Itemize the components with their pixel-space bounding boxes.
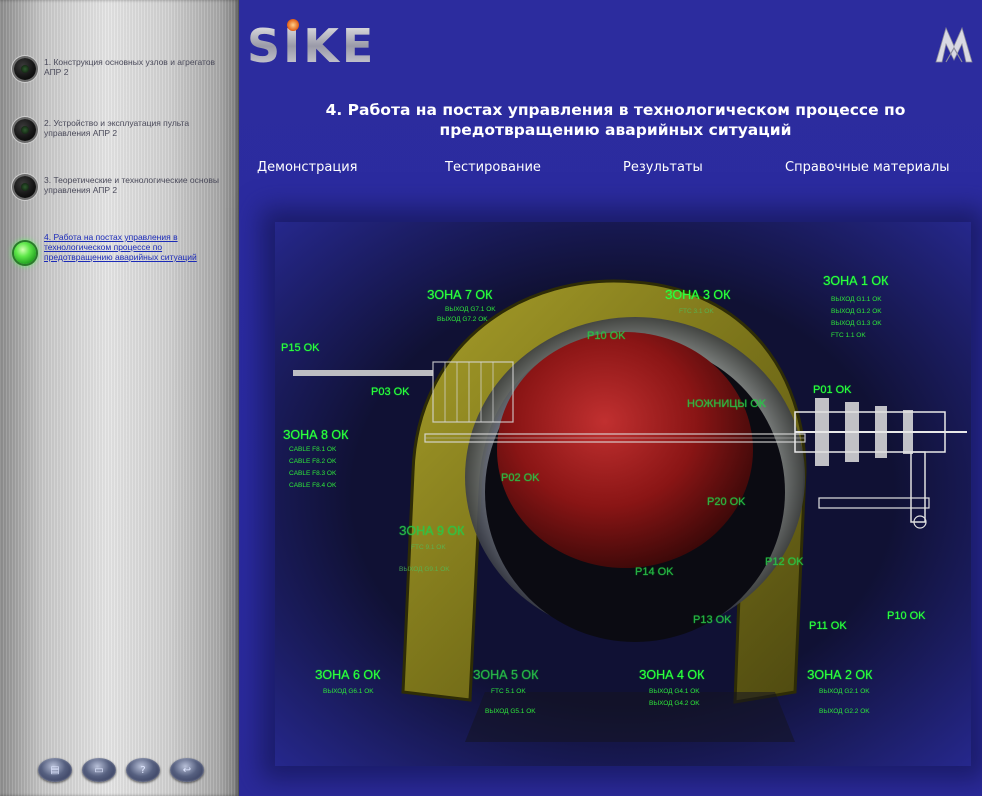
zone-6-output: ВЫХОД G6.1 OK: [323, 688, 374, 695]
post-p15-status[interactable]: P15 OK: [281, 342, 320, 354]
zone-2-output-2: ВЫХОД G2.2 OK: [819, 708, 870, 715]
menu-reference[interactable]: Справочные материалы: [785, 160, 950, 175]
sidebar-item-label: 1. Конструкция основных узлов и агрегато…: [44, 57, 216, 77]
sidebar-item-4-active[interactable]: 4. Работа на постах управления в техноло…: [14, 232, 232, 264]
logo-dot-icon: [287, 19, 299, 31]
post-p13-status[interactable]: P13 OK: [693, 614, 732, 626]
logo-text: SIKE: [247, 19, 376, 72]
zone-6-status[interactable]: ЗОНА 6 ОК: [315, 668, 380, 682]
zone-1-ftc: FTC 1.1 OK: [831, 332, 866, 339]
zone-9-ftc: FTC 9.1 OK: [411, 544, 446, 551]
zone-1-output-2: ВЫХОД G1.2 OK: [831, 308, 882, 315]
top-menu: Демонстрация Тестирование Результаты Спр…: [239, 160, 982, 180]
zone-1-output-1: ВЫХОД G1.1 OK: [831, 296, 882, 303]
zone-8-cable-2: CABLE F8.2 OK: [289, 458, 337, 465]
main-area: SIKE 4. Работа на постах управления в те…: [239, 0, 982, 796]
bullet-icon: [14, 58, 36, 80]
zone-4-output-2: ВЫХОД G4.2 OK: [649, 700, 700, 707]
post-p03-status[interactable]: P03 OK: [371, 386, 410, 398]
post-p02-status[interactable]: P02 OK: [501, 472, 540, 484]
post-p10-top-status[interactable]: P10 OK: [587, 330, 626, 342]
monitor-icon: ▭: [94, 764, 104, 776]
zone-9-output: ВЫХОД G9.1 OK: [399, 566, 450, 573]
zone-3-ftc: FTC 3.1 OK: [679, 308, 714, 315]
exit-button[interactable]: ↩: [170, 758, 204, 782]
left-conveyor-line: [293, 370, 433, 376]
zone-9-status[interactable]: ЗОНА 9 ОК: [399, 524, 464, 538]
page-title: 4. Работа на постах управления в техноло…: [249, 100, 982, 140]
zone-5-status[interactable]: ЗОНА 5 ОК: [473, 668, 538, 682]
bullet-icon: [14, 176, 36, 198]
zone-8-status[interactable]: ЗОНА 8 ОК: [283, 428, 348, 442]
zone-2-output-1: ВЫХОД G2.1 OK: [819, 688, 870, 695]
sidebar-item-1[interactable]: 1. Конструкция основных узлов и агрегато…: [14, 57, 232, 80]
post-p10-status[interactable]: P10 OK: [887, 610, 926, 622]
page-title-line-2: предотвращению аварийных ситуаций: [439, 121, 792, 139]
menu-demo[interactable]: Демонстрация: [257, 160, 357, 175]
page-title-line-1: 4. Работа на постах управления в техноло…: [325, 101, 906, 119]
bottom-toolbar: ▤ ▭ ? ↩: [38, 758, 204, 782]
base-plate-shape: [465, 692, 795, 742]
help-icon: ?: [140, 764, 146, 776]
zone-7-status[interactable]: ЗОНА 7 ОК: [427, 288, 492, 302]
monitor-button[interactable]: ▭: [82, 758, 116, 782]
zone-1-status[interactable]: ЗОНА 1 ОК: [823, 274, 888, 288]
control-scheme-panel: ЗОНА 7 ОК ВЫХОД G7.1 OK ВЫХОД G7.2 OK ЗО…: [275, 222, 971, 766]
zone-1-output-3: ВЫХОД G1.3 OK: [831, 320, 882, 327]
zone-4-output-1: ВЫХОД G4.1 OK: [649, 688, 700, 695]
zone-5-output: ВЫХОД G5.1 OK: [485, 708, 536, 715]
zone-2-status[interactable]: ЗОНА 2 ОК: [807, 668, 872, 682]
book-icon: ▤: [50, 764, 60, 776]
zone-3-status[interactable]: ЗОНА 3 ОК: [665, 288, 730, 302]
sidebar-item-label: 2. Устройство и эксплуатация пульта упра…: [44, 118, 190, 138]
book-button[interactable]: ▤: [38, 758, 72, 782]
scissors-status[interactable]: НОЖНИЦЫ OK: [687, 398, 766, 410]
zone-7-output-2: ВЫХОД G7.2 OK: [437, 316, 488, 323]
red-button-shape: [497, 332, 753, 568]
help-button[interactable]: ?: [126, 758, 160, 782]
zone-8-cable-3: CABLE F8.3 OK: [289, 470, 337, 477]
zone-7-output-1: ВЫХОД G7.1 OK: [445, 306, 496, 313]
active-bullet-icon: [14, 242, 36, 264]
sidebar-item-label: 4. Работа на постах управления в техноло…: [44, 232, 197, 262]
post-p01-status[interactable]: P01 OK: [813, 384, 852, 396]
post-p14-status[interactable]: P14 OK: [635, 566, 674, 578]
menu-testing[interactable]: Тестирование: [445, 160, 541, 175]
zone-8-cable-4: CABLE F8.4 OK: [289, 482, 337, 489]
exit-icon: ↩: [182, 764, 192, 776]
brand-emblem-icon: [935, 26, 973, 63]
post-p11-status[interactable]: P11 OK: [809, 620, 847, 632]
sidebar-item-3[interactable]: 3. Теоретические и технологические основ…: [14, 175, 232, 198]
sidebar-item-2[interactable]: 2. Устройство и эксплуатация пульта упра…: [14, 118, 232, 141]
post-p20-status[interactable]: P20 OK: [707, 496, 746, 508]
sidebar-item-label: 3. Теоретические и технологические основ…: [44, 175, 219, 195]
sidebar: 1. Конструкция основных узлов и агрегато…: [0, 0, 239, 796]
sike-logo: SIKE: [247, 19, 376, 72]
zone-8-cable-1: CABLE F8.1 OK: [289, 446, 337, 453]
emergency-stop-illustration: [293, 279, 967, 742]
zone-5-ftc: FTC 5.1 OK: [491, 688, 526, 695]
zone-4-status[interactable]: ЗОНА 4 ОК: [639, 668, 704, 682]
post-p12-status[interactable]: P12 OK: [765, 556, 804, 568]
menu-results[interactable]: Результаты: [623, 160, 703, 175]
bullet-icon: [14, 119, 36, 141]
